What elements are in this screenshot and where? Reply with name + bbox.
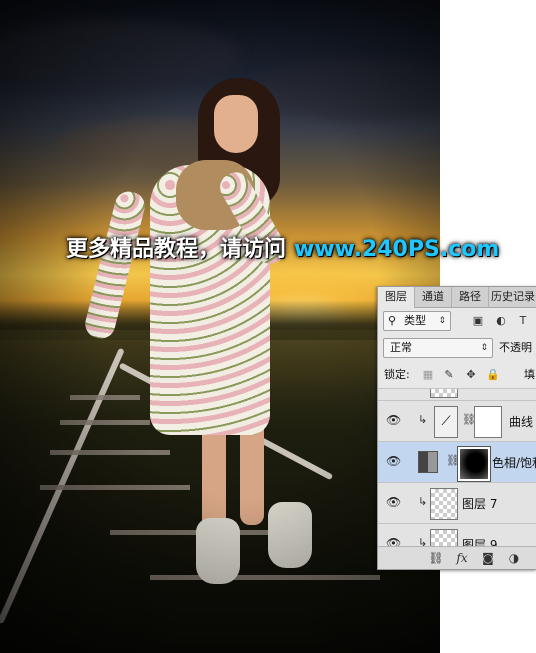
image-filter-icon[interactable]: ▣ <box>470 313 486 329</box>
curves-icon: ⟋ <box>434 406 458 438</box>
layer-row-layer-7[interactable]: 👁 ↳ 图层 7 <box>378 482 536 523</box>
chevron-updown-icon: ⇕ <box>480 343 488 353</box>
link-icon[interactable]: ⛓ <box>428 551 444 565</box>
eye-icon[interactable]: 👁 <box>386 454 401 468</box>
brush-icon[interactable]: ✎ <box>441 367 457 383</box>
layer-name: 曲线 <box>509 415 534 429</box>
fx-icon[interactable]: fx <box>454 551 470 565</box>
eye-icon[interactable]: 👁 <box>386 495 401 509</box>
mask-thumbnail[interactable] <box>457 446 491 482</box>
panel-tabs: 图层 通道 路径 历史记录 <box>378 287 536 308</box>
layer-row-hue-saturation[interactable]: 👁 ⛓ 色相/饱和 <box>378 441 536 482</box>
eye-icon[interactable]: 👁 <box>386 413 401 427</box>
layer-name: 图层 7 <box>462 497 498 511</box>
lock-label: 锁定: <box>384 368 410 381</box>
adjustment-icon[interactable]: ◑ <box>506 551 522 565</box>
type-filter-icon[interactable]: T <box>515 313 531 329</box>
photo-canvas <box>0 0 440 653</box>
layer-row-curves[interactable]: 👁 ↳ ⟋ ⛓ 曲线 <box>378 400 536 441</box>
fill-label: 填 <box>524 368 535 381</box>
filter-kind-select[interactable]: ⚲ 类型 ⇕ <box>383 311 451 331</box>
mask-icon[interactable]: ◙ <box>480 551 496 565</box>
blend-mode-select[interactable]: 正常 ⇕ <box>383 338 493 358</box>
filter-kind-label: 类型 <box>404 314 426 327</box>
watermark-cn: 更多精品教程，请访问 <box>66 237 287 262</box>
clip-arrow-icon: ↳ <box>418 495 428 508</box>
mask-thumbnail[interactable] <box>474 406 502 438</box>
blend-mode-value: 正常 <box>390 341 412 354</box>
watermark-url: www.240PS.com <box>294 237 500 262</box>
opacity-label: 不透明 <box>499 341 532 354</box>
search-icon: ⚲ <box>388 314 397 327</box>
tab-layers[interactable]: 图层 <box>378 287 415 308</box>
adjustment-filter-icon[interactable]: ◐ <box>493 313 509 329</box>
lock-icon[interactable]: 🔒 <box>485 367 501 383</box>
tab-paths[interactable]: 路径 <box>452 287 489 307</box>
layer-name: 色相/饱和 <box>492 456 536 470</box>
panel-footer: ⛓ fx ◙ ◑ <box>378 546 536 569</box>
tab-history[interactable]: 历史记录 <box>489 287 536 307</box>
hue-saturation-icon <box>418 451 438 473</box>
tab-channels[interactable]: 通道 <box>415 287 452 307</box>
watermark-text: 更多精品教程，请访问 www.240PS.com <box>66 231 499 263</box>
lock-transparency-icon[interactable]: ▦ <box>420 367 436 383</box>
layers-panel: 图层 通道 路径 历史记录 ⚲ 类型 ⇕ ▣ ◐ T 正常 ⇕ 不透明 锁定: … <box>377 286 536 570</box>
move-icon[interactable]: ✥ <box>463 367 479 383</box>
clip-arrow-icon: ↳ <box>418 413 428 426</box>
chevron-updown-icon: ⇕ <box>438 316 446 326</box>
layer-thumbnail <box>430 488 458 520</box>
